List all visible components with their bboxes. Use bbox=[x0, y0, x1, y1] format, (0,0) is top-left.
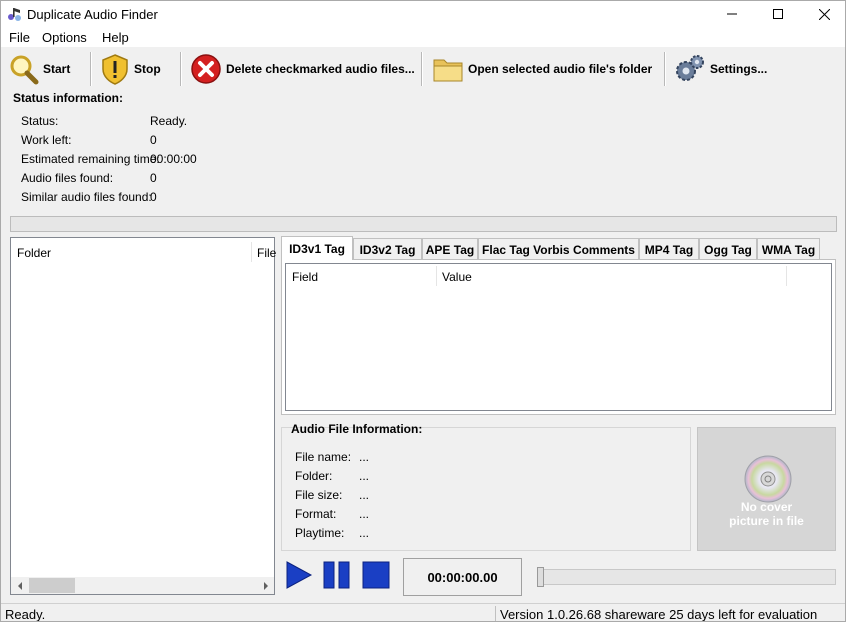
scan-progress-bar bbox=[10, 216, 837, 232]
start-label: Start bbox=[43, 62, 71, 76]
column-divider[interactable] bbox=[786, 266, 787, 286]
tab-wma[interactable]: WMA Tag bbox=[757, 238, 820, 260]
stop-playback-button[interactable] bbox=[362, 561, 390, 589]
cd-icon bbox=[744, 455, 792, 503]
play-button[interactable] bbox=[285, 561, 313, 589]
menu-bar: File Options Help bbox=[1, 27, 845, 47]
tag-tab-content: Field Value bbox=[281, 259, 836, 415]
file-column-header[interactable]: File bbox=[257, 246, 276, 260]
folder-icon bbox=[433, 59, 463, 82]
tab-ape[interactable]: APE Tag bbox=[422, 238, 478, 260]
no-cover-line2: picture in file bbox=[729, 514, 804, 528]
delete-icon bbox=[191, 54, 221, 84]
menu-file[interactable]: File bbox=[9, 30, 30, 45]
menu-help[interactable]: Help bbox=[102, 30, 129, 45]
tab-id3v1[interactable]: ID3v1 Tag bbox=[281, 236, 353, 260]
no-cover-line1: No cover bbox=[740, 500, 793, 514]
statusbar-divider bbox=[495, 606, 496, 621]
delete-checkmarked-button[interactable]: Delete checkmarked audio files... bbox=[190, 51, 415, 87]
similar-files-found-value: 0 bbox=[150, 190, 157, 204]
close-icon bbox=[818, 8, 830, 20]
tab-mp4[interactable]: MP4 Tag bbox=[639, 238, 699, 260]
maximize-button[interactable] bbox=[755, 1, 801, 27]
gears-icon bbox=[676, 55, 704, 81]
tab-ogg[interactable]: Ogg Tag bbox=[699, 238, 757, 260]
playback-time: 00:00:00.00 bbox=[403, 558, 522, 596]
toolbar: Start Stop Delete checkmarked audio file… bbox=[1, 47, 845, 91]
statusbar-version: Version 1.0.26.68 shareware 25 days left… bbox=[500, 607, 818, 622]
audio-files-found-value: 0 bbox=[150, 171, 157, 185]
tab-flac-vorbis[interactable]: Flac Tag Vorbis Comments bbox=[478, 238, 639, 260]
field-column-header[interactable]: Field bbox=[292, 270, 318, 284]
format-value: ... bbox=[359, 507, 370, 521]
toolbar-separator bbox=[421, 52, 423, 86]
file-name-label: File name: bbox=[295, 450, 352, 464]
file-size-value: ... bbox=[359, 488, 370, 502]
folder-value: ... bbox=[359, 469, 370, 483]
work-left-label: Work left: bbox=[21, 133, 72, 147]
delete-label: Delete checkmarked audio files... bbox=[226, 62, 415, 76]
format-label: Format: bbox=[295, 507, 337, 521]
file-size-label: File size: bbox=[295, 488, 343, 502]
audio-files-found-label: Audio files found: bbox=[21, 171, 114, 185]
tab-id3v2[interactable]: ID3v2 Tag bbox=[353, 238, 422, 260]
stop-label: Stop bbox=[134, 62, 161, 76]
toolbar-separator bbox=[90, 52, 92, 86]
menu-options[interactable]: Options bbox=[42, 30, 87, 45]
magnifier-icon bbox=[10, 55, 39, 85]
arrow-left-icon bbox=[17, 581, 22, 590]
no-cover-text: No cover picture in file bbox=[697, 500, 836, 528]
playtime-value: ... bbox=[359, 526, 370, 540]
status-information-title: Status information: bbox=[13, 91, 123, 105]
similar-files-found-label: Similar audio files found: bbox=[21, 190, 152, 204]
close-button[interactable] bbox=[801, 1, 845, 27]
folder-label: Folder: bbox=[295, 469, 333, 483]
remaining-time-label: Estimated remaining time: bbox=[21, 152, 160, 166]
playtime-label: Playtime: bbox=[295, 526, 345, 540]
tag-fields-list[interactable]: Field Value bbox=[285, 263, 832, 411]
minimize-button[interactable] bbox=[709, 1, 755, 27]
stop-button[interactable]: Stop bbox=[100, 51, 161, 87]
open-folder-label: Open selected audio file's folder bbox=[468, 62, 653, 76]
audio-file-information-title: Audio File Information: bbox=[291, 422, 423, 436]
toolbar-separator bbox=[180, 52, 182, 86]
status-bar: Ready. Version 1.0.26.68 shareware 25 da… bbox=[1, 603, 845, 622]
maximize-icon bbox=[773, 9, 783, 19]
file-list[interactable]: Folder File bbox=[10, 237, 276, 595]
tag-list-header: Field Value bbox=[286, 264, 831, 288]
start-button[interactable]: Start bbox=[7, 51, 70, 87]
scroll-left-button[interactable] bbox=[11, 577, 28, 594]
stop-shield-icon bbox=[102, 54, 128, 85]
scroll-right-button[interactable] bbox=[257, 577, 274, 594]
work-left-value: 0 bbox=[150, 133, 157, 147]
file-list-horizontal-scrollbar[interactable] bbox=[11, 577, 274, 594]
status-value: Ready. bbox=[150, 114, 188, 128]
pause-button[interactable] bbox=[323, 561, 351, 589]
seek-thumb[interactable] bbox=[537, 567, 544, 587]
value-column-header[interactable]: Value bbox=[442, 270, 472, 284]
column-divider[interactable] bbox=[436, 266, 437, 286]
arrow-right-icon bbox=[263, 581, 268, 590]
column-divider[interactable] bbox=[251, 242, 252, 262]
statusbar-state: Ready. bbox=[5, 607, 46, 622]
minimize-icon bbox=[727, 13, 737, 15]
seek-bar[interactable] bbox=[537, 569, 836, 585]
settings-button[interactable]: Settings... bbox=[674, 51, 767, 87]
cover-picture bbox=[697, 427, 836, 551]
remaining-time-value: 00:00:00 bbox=[150, 152, 197, 166]
file-name-value: ... bbox=[359, 450, 370, 464]
folder-column-header[interactable]: Folder bbox=[17, 246, 51, 260]
file-list-header: Folder File bbox=[11, 238, 276, 266]
scroll-thumb[interactable] bbox=[29, 578, 75, 593]
toolbar-separator bbox=[664, 52, 666, 86]
app-icon bbox=[8, 8, 21, 21]
settings-label: Settings... bbox=[710, 62, 768, 76]
title-bar: Duplicate Audio Finder bbox=[1, 1, 845, 27]
window-title: Duplicate Audio Finder bbox=[27, 7, 158, 22]
status-label: Status: bbox=[21, 114, 59, 128]
open-folder-button[interactable]: Open selected audio file's folder bbox=[432, 51, 652, 87]
main-window: Duplicate Audio Finder File Options Help… bbox=[0, 0, 846, 622]
